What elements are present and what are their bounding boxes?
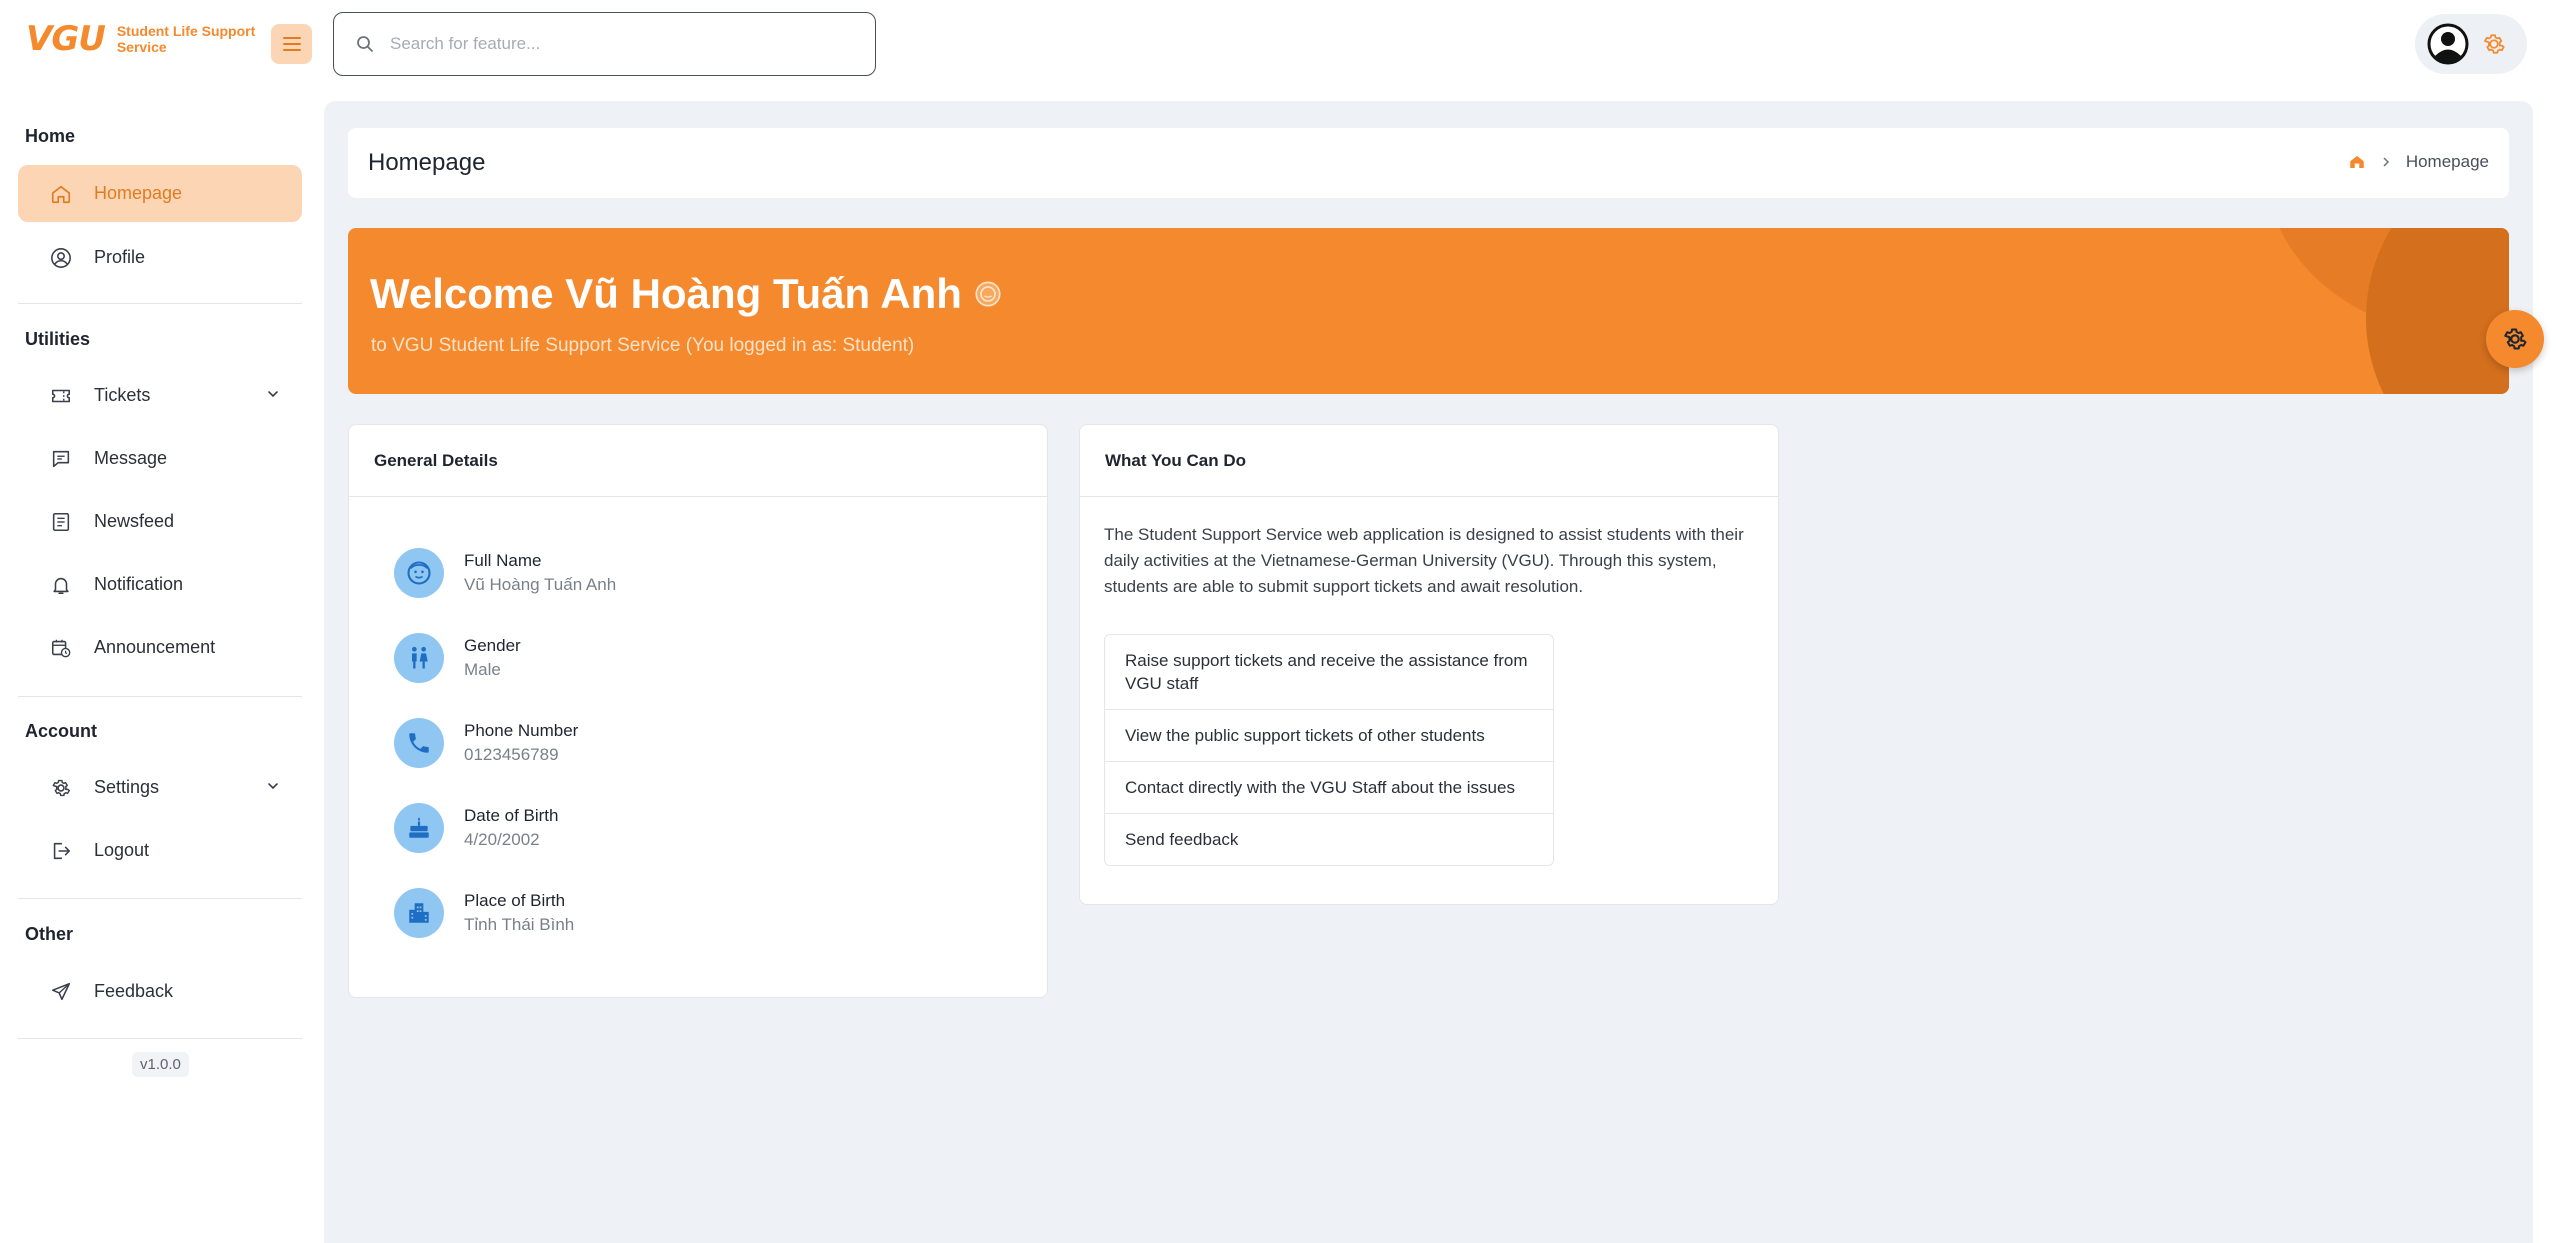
app-logo[interactable]: VGU Student Life Support Service [26,22,267,56]
sidebar-item-label: Profile [94,247,146,267]
list-item[interactable]: Contact directly with the VGU Staff abou… [1105,762,1553,814]
detail-label: Place of Birth [464,891,566,910]
sidebar-divider [18,303,302,304]
sidebar-item-message[interactable]: Message [18,430,302,487]
search-input[interactable] [390,34,850,54]
list-item[interactable]: Raise support tickets and receive the as… [1105,635,1553,710]
detail-value: Male [464,660,501,679]
sidebar-item-logout[interactable]: Logout [18,822,302,879]
action-list: Raise support tickets and receive the as… [1104,634,1554,866]
detail-label: Gender [464,636,521,655]
detail-full-name: Full Name Vũ Hoàng Tuấn Anh [394,548,616,598]
sidebar-divider [18,1038,302,1039]
gear-icon[interactable] [2481,31,2507,57]
detail-value: 4/20/2002 [464,830,540,849]
logout-icon [48,838,74,864]
card-title: General Details [349,425,1047,497]
sidebar-item-announcement[interactable]: Announcement [18,619,302,676]
section-title-utilities: Utilities [25,329,91,349]
detail-gender: Gender Male [394,633,521,683]
home-icon[interactable] [2348,153,2366,171]
main-content: Homepage Homepage Welcome Vũ Hoàng Tuấn … [324,101,2533,1243]
sidebar-item-homepage[interactable]: Homepage [18,165,302,222]
newsfeed-icon [48,509,74,535]
home-icon [48,181,74,207]
sidebar-item-newsfeed[interactable]: Newsfeed [18,493,302,550]
sidebar-item-label: Message [94,448,168,468]
list-item[interactable]: Send feedback [1105,814,1553,865]
detail-date-of-birth: Date of Birth 4/20/2002 [394,803,559,853]
user-menu[interactable] [2415,14,2527,74]
message-icon [48,446,74,472]
detail-phone: Phone Number 0123456789 [394,718,578,768]
ticket-icon [48,383,74,409]
chevron-right-icon [2383,157,2389,167]
floating-settings-button[interactable] [2486,310,2544,368]
sidebar-item-label: Homepage [94,183,183,203]
cake-icon [394,803,444,853]
gear-icon [2504,328,2527,350]
bell-icon [48,572,74,598]
detail-label: Phone Number [464,721,579,740]
settings-icon [48,775,74,801]
sidebar-divider [18,898,302,899]
search-icon [357,36,373,52]
card-title: What You Can Do [1080,425,1778,497]
menu-toggle-button[interactable] [271,24,312,64]
section-title-home: Home [25,126,76,146]
logo-text: Student Life Support Service [116,23,256,55]
calendar-clock-icon [48,635,74,661]
what-you-can-do-card: What You Can Do The Student Support Serv… [1079,424,1779,905]
page-header: Homepage Homepage [348,128,2509,198]
sidebar-item-profile[interactable]: Profile [18,229,302,286]
phone-icon [394,718,444,768]
sidebar: Home Homepage Profile Utilities Tickets … [0,100,324,1243]
welcome-banner: Welcome Vũ Hoàng Tuấn Anh to VGU Student… [348,228,2509,394]
sidebar-item-label: Announcement [94,637,216,657]
section-title-other: Other [25,924,74,944]
detail-label: Full Name [464,551,542,570]
sidebar-divider [18,696,302,697]
detail-value: Tỉnh Thái Bình [464,915,575,934]
chevron-down-icon [268,783,278,790]
sidebar-item-label: Settings [94,777,160,797]
sidebar-item-notification[interactable]: Notification [18,556,302,613]
sidebar-item-feedback[interactable]: Feedback [18,963,302,1020]
chevron-down-icon [268,391,278,398]
welcome-subtitle: to VGU Student Life Support Service (You… [371,335,915,356]
sidebar-item-label: Logout [94,840,150,860]
feature-description: The Student Support Service web applicat… [1104,525,1744,596]
welcome-text: Welcome Vũ Hoàng Tuấn Anh [370,270,962,317]
search-bar [333,12,876,76]
sidebar-item-settings[interactable]: Settings [18,759,302,816]
avatar-icon[interactable] [2427,23,2469,65]
smile-icon [975,281,1001,307]
section-title-account: Account [25,721,97,741]
banner-decoration [2366,228,2509,394]
user-circle-icon [48,245,74,271]
detail-value: Vũ Hoàng Tuấn Anh [464,575,617,594]
welcome-heading: Welcome Vũ Hoàng Tuấn Anh [370,270,1002,318]
face-icon [394,548,444,598]
detail-label: Date of Birth [464,806,559,825]
detail-value: 0123456789 [464,745,559,764]
top-header: VGU Student Life Support Service [0,0,2557,100]
detail-place-of-birth: Place of Birth Tỉnh Thái Bình [394,888,574,938]
hamburger-icon [282,37,301,51]
city-icon [394,888,444,938]
send-icon [48,979,74,1005]
page-title: Homepage [368,149,486,176]
sidebar-item-label: Newsfeed [94,511,175,531]
logo-mark: VGU [26,19,106,59]
sidebar-item-tickets[interactable]: Tickets [18,367,302,424]
breadcrumb: Homepage [2348,152,2489,172]
breadcrumb-current: Homepage [2405,152,2489,171]
sidebar-item-label: Tickets [94,385,151,405]
version-badge: v1.0.0 [132,1052,189,1077]
gender-icon [394,633,444,683]
list-item[interactable]: View the public support tickets of other… [1105,710,1553,762]
general-details-card: General Details Full Name Vũ Hoàng Tuấn … [348,424,1048,998]
sidebar-item-label: Notification [94,574,184,594]
sidebar-item-label: Feedback [94,981,174,1001]
